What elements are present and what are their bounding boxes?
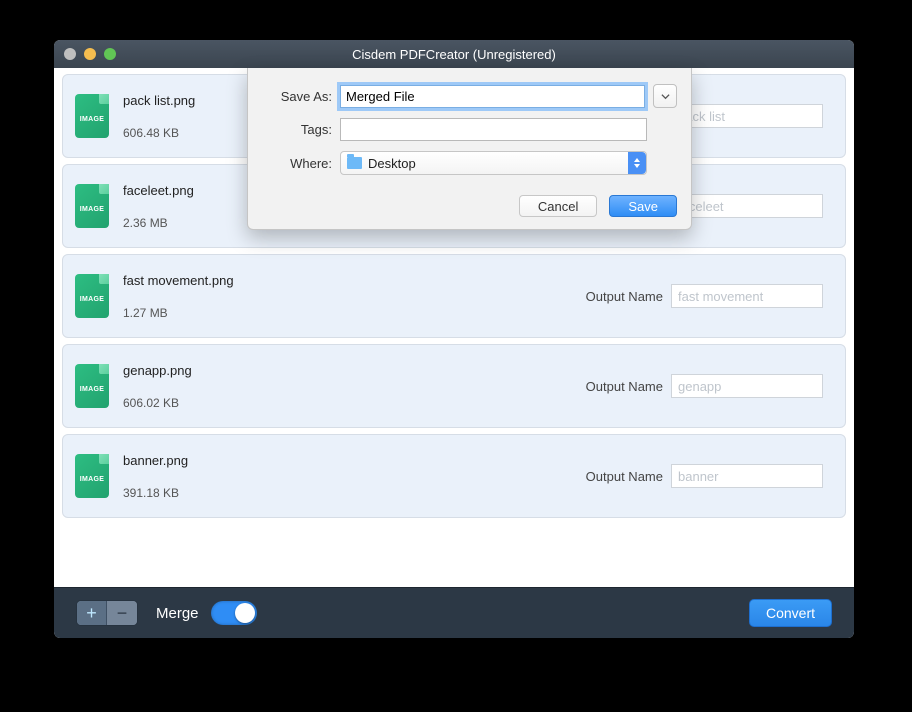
convert-button[interactable]: Convert <box>749 599 832 627</box>
file-name: faceleet.png <box>123 183 194 198</box>
save-button[interactable]: Save <box>609 195 677 217</box>
output-name-label: Output Name <box>586 289 663 304</box>
file-size: 606.48 KB <box>123 126 195 140</box>
tags-input[interactable] <box>340 118 647 141</box>
file-name: genapp.png <box>123 363 192 378</box>
chevron-down-icon <box>661 92 670 101</box>
output-name-label: Output Name <box>586 379 663 394</box>
cancel-button[interactable]: Cancel <box>519 195 597 217</box>
where-value: Desktop <box>368 156 416 171</box>
output-name-input[interactable] <box>671 284 823 308</box>
expand-save-panel-button[interactable] <box>653 84 677 108</box>
tags-label: Tags: <box>262 122 332 137</box>
toggle-knob <box>235 603 255 623</box>
where-label: Where: <box>262 156 332 171</box>
file-name: pack list.png <box>123 93 195 108</box>
file-name: banner.png <box>123 453 188 468</box>
image-file-icon: IMAGE <box>75 454 109 498</box>
merge-toggle[interactable] <box>211 601 257 625</box>
image-file-icon: IMAGE <box>75 94 109 138</box>
file-name: fast movement.png <box>123 273 234 288</box>
image-file-icon: IMAGE <box>75 364 109 408</box>
file-size: 606.02 KB <box>123 396 192 410</box>
folder-icon <box>347 157 362 169</box>
output-name-input[interactable] <box>671 464 823 488</box>
save-as-input[interactable] <box>340 85 645 108</box>
file-row[interactable]: IMAGE banner.png 391.18 KB Output Name <box>62 434 846 518</box>
image-file-icon: IMAGE <box>75 184 109 228</box>
output-name-input[interactable] <box>671 194 823 218</box>
toolbar-footer: + − Merge Convert <box>54 587 854 638</box>
save-sheet: Save As: Tags: Where: Desktop <box>247 68 692 230</box>
file-size: 1.27 MB <box>123 306 234 320</box>
window-title: Cisdem PDFCreator (Unregistered) <box>54 47 854 62</box>
merge-label: Merge <box>156 605 199 622</box>
add-file-button[interactable]: + <box>77 601 107 625</box>
output-name-input[interactable] <box>671 104 823 128</box>
remove-file-button[interactable]: − <box>107 601 137 625</box>
titlebar: Cisdem PDFCreator (Unregistered) <box>54 40 854 68</box>
output-name-label: Output Name <box>586 469 663 484</box>
add-remove-segmented: + − <box>76 600 138 626</box>
app-window: Cisdem PDFCreator (Unregistered) IMAGE p… <box>54 40 854 638</box>
updown-arrows-icon <box>628 152 646 174</box>
file-size: 2.36 MB <box>123 216 194 230</box>
save-as-label: Save As: <box>262 89 332 104</box>
file-row[interactable]: IMAGE fast movement.png 1.27 MB Output N… <box>62 254 846 338</box>
output-name-input[interactable] <box>671 374 823 398</box>
image-file-icon: IMAGE <box>75 274 109 318</box>
file-row[interactable]: IMAGE genapp.png 606.02 KB Output Name <box>62 344 846 428</box>
file-size: 391.18 KB <box>123 486 188 500</box>
where-select[interactable]: Desktop <box>340 151 647 175</box>
